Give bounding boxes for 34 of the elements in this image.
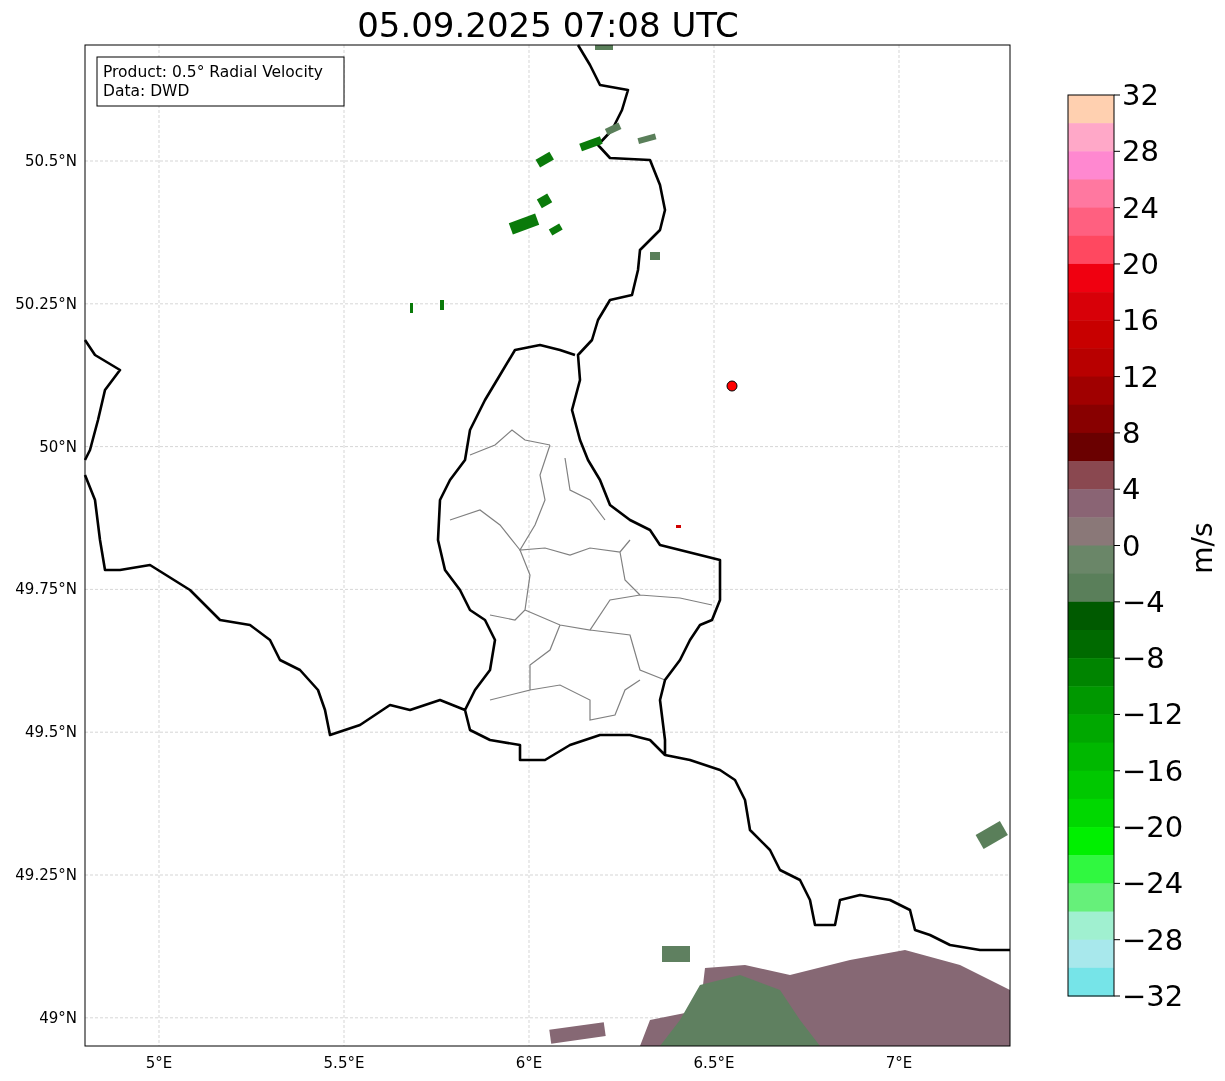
radar-site-marker [726, 380, 738, 392]
colorbar-tick-label: 24 [1122, 190, 1159, 225]
colorbar-tick-label: −4 [1122, 584, 1165, 619]
colorbar-tick-label: 0 [1122, 528, 1141, 563]
axis-tick-label: 49.75°N [15, 580, 77, 599]
colorbar-tick-label: −20 [1122, 810, 1184, 845]
axis-tick-label: 6°E [515, 1054, 543, 1072]
colorbar-tick-label: −8 [1122, 641, 1165, 676]
colorbar-tick-label: −24 [1122, 866, 1184, 901]
info-text: Data: DWD [103, 82, 190, 100]
colorbar-tick-label: 28 [1122, 134, 1159, 169]
colorbar-tick-label: 4 [1122, 472, 1141, 507]
colorbar-tick-label: −12 [1122, 697, 1184, 732]
axis-tick-label: 49°N [39, 1008, 77, 1027]
colorbar-tick-label: 20 [1122, 246, 1159, 281]
colorbar-tick-label: −32 [1122, 979, 1184, 1013]
colorbar-tick-label: 8 [1122, 415, 1141, 450]
axis-tick-label: 50.25°N [15, 294, 77, 313]
colorbar-tick-label: 32 [1122, 78, 1159, 112]
info-text: Product: 0.5° Radial Velocity [103, 63, 323, 81]
axis-tick-label: 49.25°N [15, 866, 77, 884]
axis-tick-label: 5.5°E [323, 1054, 365, 1072]
axis-tick-label: 6.5°E [693, 1054, 735, 1072]
axis-tick-label: 7°E [885, 1054, 913, 1072]
colorbar-tick-label: 12 [1122, 359, 1159, 394]
axis-tick-label: 50°N [39, 437, 77, 456]
axis-tick-label: 5°E [145, 1054, 173, 1072]
chart-title: 05.09.2025 07:08 UTC [357, 5, 739, 45]
colorbar-label: m/s [1186, 522, 1219, 574]
colorbar-tick-label: −16 [1122, 753, 1184, 788]
colorbar-tick-label: 16 [1122, 303, 1159, 338]
colorbar-tick-label: −28 [1122, 922, 1184, 957]
axis-tick-label: 50.5°N [24, 152, 77, 170]
axis-tick-label: 49.5°N [24, 723, 77, 742]
